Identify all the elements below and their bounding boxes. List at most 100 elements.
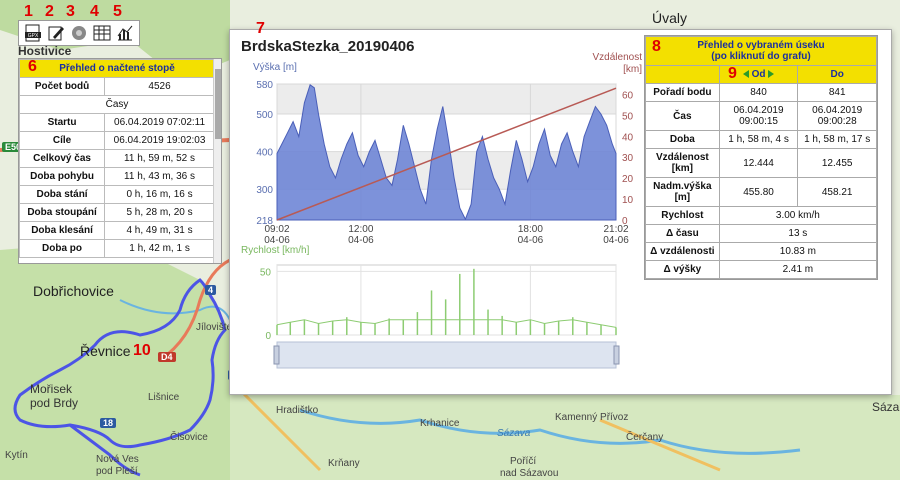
- stats-row-value: 4 h, 49 m, 31 s: [104, 221, 215, 240]
- y-tick-label: 580: [256, 80, 273, 91]
- map-label-dobrichovice: Dobřichovice: [33, 283, 114, 299]
- chart-button[interactable]: [115, 23, 135, 43]
- selection-to-header: Do: [797, 65, 877, 84]
- y2-tick-label: 40: [622, 132, 634, 143]
- next-point-icon[interactable]: [768, 70, 775, 79]
- badge-2: 2: [45, 3, 54, 20]
- x-tick-label: 18:00: [518, 224, 543, 235]
- map-label-sazava-river: Sázava: [497, 428, 531, 439]
- road-sign-4: 4: [205, 285, 217, 295]
- map-label-kamenny-privoz: Kamenný Přívoz: [555, 412, 629, 423]
- selection-to-value: 1 h, 58 m, 17 s: [797, 130, 877, 149]
- map-label-morisek: Mořisek: [30, 382, 73, 396]
- edit-button[interactable]: [46, 23, 66, 43]
- map-label-kytin: Kytín: [5, 450, 28, 461]
- speed-tick-label: 0: [265, 331, 271, 342]
- badge-3: 3: [66, 3, 75, 20]
- y2-tick-label: 10: [622, 195, 634, 206]
- map-label-saza: Sáza: [872, 400, 900, 414]
- navigator: [276, 341, 617, 369]
- road-sign-d4: D4: [158, 352, 176, 362]
- selection-from-value: 06.04.2019 09:00:15: [718, 101, 799, 131]
- road-sign-18: 18: [100, 418, 117, 428]
- y2-axis-unit: [km]: [623, 64, 642, 75]
- stats-scrollbar-thumb[interactable]: [215, 69, 221, 139]
- badge-10: 10: [133, 342, 151, 359]
- map-label-revnice: Řevnice: [80, 343, 131, 359]
- stats-row-label: Doba klesání: [19, 221, 106, 240]
- svg-text:GPX: GPX: [28, 33, 39, 39]
- map-label-jiloviste: Jílovište: [196, 322, 233, 333]
- stats-row-value: 11 h, 43 m, 36 s: [104, 167, 215, 186]
- stats-row-value: 5 h, 28 m, 20 s: [104, 203, 215, 222]
- selection-summary-label: Δ vzdálenosti: [645, 242, 720, 261]
- selection-from-value: 1 h, 58 m, 4 s: [718, 130, 799, 149]
- badge-8: 8: [652, 38, 661, 55]
- map-label-pod-brdy: pod Brdy: [30, 396, 79, 410]
- settings-button[interactable]: [69, 23, 89, 43]
- y2-tick-label: 60: [622, 90, 634, 101]
- x-tick-label: 12:00: [348, 224, 373, 235]
- selection-summary-label: Δ času: [645, 224, 720, 243]
- badge-4: 4: [90, 3, 99, 20]
- selection-to-value: 12.455: [797, 148, 877, 178]
- stats-row-value: 06.04.2019 07:02:11: [104, 113, 215, 132]
- grid-band: [277, 84, 616, 115]
- map-label-cercany: Čerčany: [626, 432, 664, 443]
- stats-scrollbar[interactable]: [213, 59, 221, 263]
- speed-axis-label: Rychlost [km/h]: [241, 245, 310, 256]
- selection-row-label: Vzdálenost [km]: [645, 148, 720, 178]
- x-tick-label: 21:02: [603, 224, 628, 235]
- stats-points-label: Počet bodů: [19, 77, 106, 96]
- selection-from-label: Od: [751, 69, 766, 80]
- map-label-hostivice: Hostivice: [18, 44, 72, 58]
- stats-times-header: Časy: [19, 95, 215, 114]
- settings-icon: [72, 26, 86, 40]
- selection-summary-value: 13 s: [718, 224, 878, 243]
- x-tick-date: 04-06: [603, 235, 629, 246]
- y2-tick-label: 20: [622, 174, 634, 185]
- selection-summary-value: 2.41 m: [718, 260, 878, 279]
- selection-row-label: Pořadí bodu: [645, 83, 720, 102]
- map-label-krnany: Krňany: [328, 458, 360, 469]
- badge-7: 7: [256, 20, 265, 37]
- navigator-handle-left: [273, 345, 280, 365]
- gpx-file-button[interactable]: GPX: [23, 23, 43, 43]
- prev-point-icon[interactable]: [742, 70, 749, 79]
- selection-title: Přehled o vybraném úseku (po kliknutí do …: [645, 36, 877, 66]
- stats-row-label: Doba pohybu: [19, 167, 106, 186]
- speed-tick-label: 50: [260, 267, 272, 278]
- stats-row-value: 11 h, 59 m, 52 s: [104, 149, 215, 168]
- y-tick-label: 400: [256, 148, 273, 159]
- selection-corner: [645, 65, 720, 84]
- stats-row-label: Celkový čas: [19, 149, 106, 168]
- navigator-handle-right: [613, 345, 620, 365]
- x-tick-date: 04-06: [518, 235, 544, 246]
- selection-title-line-1: Přehled o vybraném úseku: [697, 40, 825, 51]
- y-tick-label: 300: [256, 185, 273, 196]
- badge-1: 1: [24, 3, 33, 20]
- selection-to-value: 458.21: [797, 177, 877, 207]
- selection-from-value: 12.444: [718, 148, 799, 178]
- table-icon: [93, 25, 111, 41]
- table-button[interactable]: [92, 23, 112, 43]
- map-label-pod-plesi: pod Pleší: [96, 466, 138, 477]
- selection-row-label: Nadm.výška [m]: [645, 177, 720, 207]
- y2-axis-label: Vzdálenost: [593, 52, 643, 63]
- selection-summary-value: 10.83 m: [718, 242, 878, 261]
- selection-row-label: Čas: [645, 101, 720, 131]
- selection-row-label: Doba: [645, 130, 720, 149]
- stats-row-value: 0 h, 16 m, 16 s: [104, 185, 215, 204]
- badge-5: 5: [113, 3, 122, 20]
- map-label-hradistko: Hradištko: [276, 405, 319, 416]
- selection-summary-label: Rychlost: [645, 206, 720, 225]
- map-label-nad-sazavou: nad Sázavou: [500, 468, 559, 479]
- selection-title-line-2: (po kliknutí do grafu): [711, 51, 811, 62]
- stats-row-label: Startu: [19, 113, 106, 132]
- chart-icon: [117, 25, 133, 41]
- map-label-nova-ves: Nová Ves: [96, 454, 139, 465]
- map-label-porici: Poříčí: [510, 456, 537, 467]
- badge-6: 6: [28, 58, 37, 75]
- stats-row-value: 06.04.2019 19:02:03: [104, 131, 215, 150]
- selection-summary-value: 3.00 km/h: [718, 206, 878, 225]
